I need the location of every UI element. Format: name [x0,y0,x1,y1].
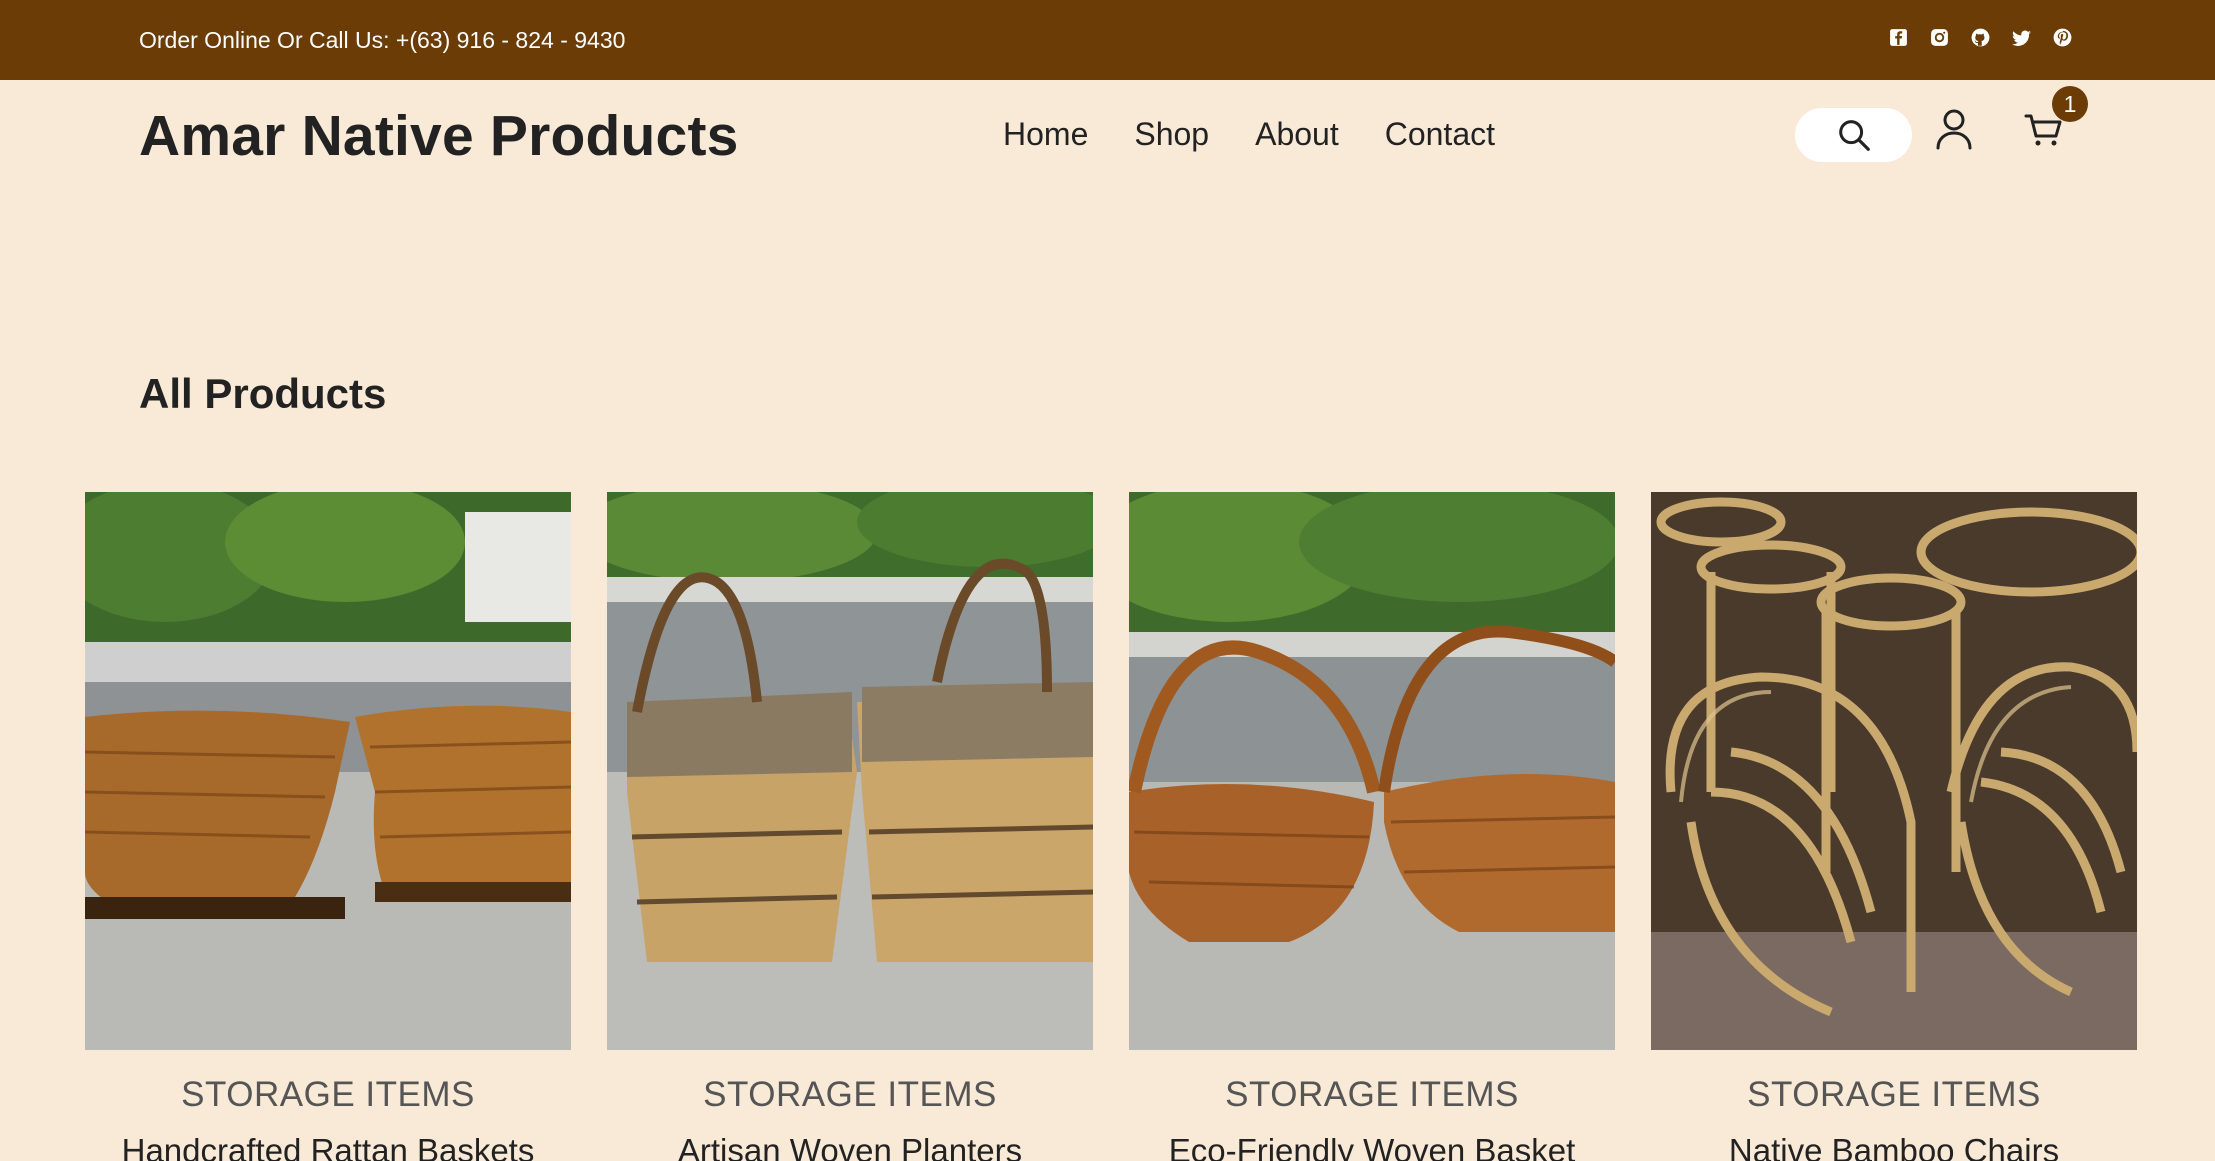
site-logo[interactable]: Amar Native Products [139,102,739,170]
product-name[interactable]: Artisan Woven Planters [607,1130,1093,1161]
cart-count-badge: 1 [2052,86,2088,122]
product-category: STORAGE ITEMS [703,1075,997,1114]
nav-home[interactable]: Home [1003,114,1088,154]
product-image[interactable] [1651,492,2137,1050]
section-title: All Products [139,370,387,417]
product-card[interactable]: STORAGE ITEMS Handcrafted Rattan Baskets [85,492,571,1161]
contact-text: Order Online Or Call Us: +(63) 916 - 824… [139,27,626,53]
product-card[interactable]: STORAGE ITEMS Native Bamboo Chairs [1651,492,2137,1161]
user-icon [1936,109,1972,150]
site-header: Amar Native Products Home Shop About Con… [0,80,2215,190]
nav-shop[interactable]: Shop [1134,114,1209,154]
product-category: STORAGE ITEMS [1747,1075,2041,1114]
nav-about[interactable]: About [1255,114,1339,154]
instagram-icon[interactable] [1929,27,1950,48]
main-nav: Home Shop About Contact [1003,114,1495,154]
product-card[interactable]: STORAGE ITEMS Artisan Woven Planters [607,492,1093,1161]
product-card[interactable]: STORAGE ITEMS Eco-Friendly Woven Basket [1129,492,1615,1161]
product-category: STORAGE ITEMS [181,1075,475,1114]
product-image[interactable] [85,492,571,1050]
nav-contact[interactable]: Contact [1385,114,1495,154]
product-grid: STORAGE ITEMS Handcrafted Rattan Baskets [85,492,2137,1161]
product-name[interactable]: Handcrafted Rattan Baskets [85,1130,571,1161]
search-button[interactable] [1795,108,1912,162]
account-button[interactable] [1935,108,1973,150]
github-icon[interactable] [1970,27,1991,48]
search-icon [1838,120,1870,151]
product-name[interactable]: Eco-Friendly Woven Basket [1129,1130,1615,1161]
twitter-icon[interactable] [2011,27,2032,48]
product-image[interactable] [607,492,1093,1050]
product-category: STORAGE ITEMS [1225,1075,1519,1114]
product-name[interactable]: Native Bamboo Chairs [1651,1130,2137,1161]
pinterest-icon[interactable] [2052,27,2073,48]
facebook-icon[interactable] [1888,27,1909,48]
top-bar: Order Online Or Call Us: +(63) 916 - 824… [0,0,2215,80]
social-links [1888,27,2073,48]
product-image[interactable] [1129,492,1615,1050]
